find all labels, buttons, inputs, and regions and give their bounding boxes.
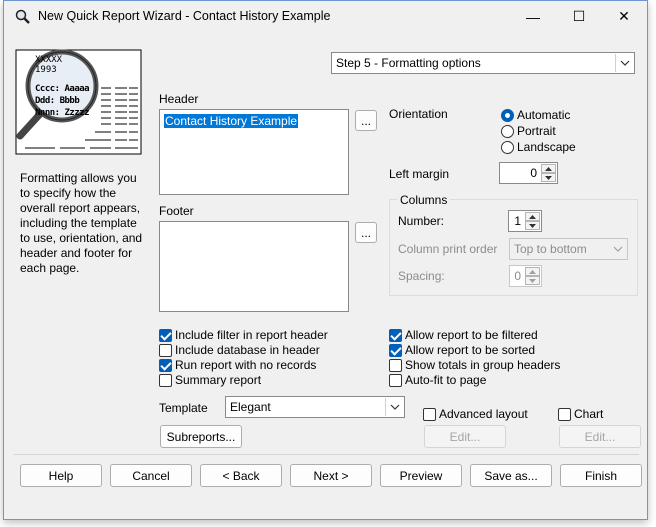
chart-checkbox[interactable]	[558, 408, 571, 421]
orientation-portrait-label[interactable]: Portrait	[517, 124, 556, 138]
left-margin-value: 0	[530, 166, 537, 180]
preview-line: Nnnn: Zzzzz	[35, 108, 90, 118]
window-title: New Quick Report Wizard - Contact Histor…	[38, 9, 331, 23]
next-button[interactable]: Next >	[290, 464, 372, 487]
include-database-checkbox[interactable]	[159, 344, 172, 357]
header-text: Contact History Example	[164, 114, 299, 128]
column-print-order-select[interactable]: Top to bottom	[509, 238, 628, 260]
maximize-button[interactable]: ☐	[556, 1, 602, 32]
spin-up-icon[interactable]	[541, 164, 556, 173]
chevron-down-icon	[609, 240, 626, 258]
header-label: Header	[159, 92, 199, 106]
footer-label: Footer	[159, 204, 194, 218]
step-selector[interactable]: Step 5 - Formatting options	[331, 52, 635, 74]
footer-textbox[interactable]	[159, 221, 349, 312]
allow-sorted-checkbox[interactable]	[389, 344, 402, 357]
include-filter-label[interactable]: Include filter in report header	[175, 328, 328, 342]
summary-report-checkbox[interactable]	[159, 374, 172, 387]
magnifier-app-icon	[15, 9, 30, 24]
back-button[interactable]: < Back	[200, 464, 282, 487]
help-button[interactable]: Help	[20, 464, 102, 487]
description-text: Formatting allows you to specify how the…	[20, 171, 143, 275]
columns-group-label: Columns	[397, 193, 451, 207]
spin-up-icon[interactable]	[525, 212, 540, 221]
subreports-button[interactable]: Subreports...	[160, 425, 242, 448]
finish-button[interactable]: Finish	[560, 464, 642, 487]
orientation-portrait-radio[interactable]	[501, 125, 514, 138]
left-margin-spinner[interactable]: 0	[499, 162, 558, 184]
advanced-layout-checkbox[interactable]	[423, 408, 436, 421]
column-print-order-value: Top to bottom	[514, 242, 587, 256]
footer-ellipsis-button[interactable]: ...	[355, 222, 377, 243]
spin-up-icon[interactable]	[525, 267, 540, 276]
spacing-spinner[interactable]: 0	[509, 265, 542, 287]
chart-edit-button[interactable]: Edit...	[559, 425, 641, 448]
include-filter-checkbox[interactable]	[159, 329, 172, 342]
divider	[14, 454, 639, 455]
chevron-down-icon	[385, 398, 403, 416]
step-selector-value: Step 5 - Formatting options	[336, 56, 481, 70]
cancel-button[interactable]: Cancel	[110, 464, 192, 487]
header-textbox[interactable]: Contact History Example	[159, 109, 349, 195]
preview-button[interactable]: Preview	[380, 464, 462, 487]
show-totals-checkbox[interactable]	[389, 359, 402, 372]
allow-filtered-checkbox[interactable]	[389, 329, 402, 342]
auto-fit-checkbox[interactable]	[389, 374, 402, 387]
allow-filtered-label[interactable]: Allow report to be filtered	[405, 328, 538, 342]
preview-line: XXXXX	[35, 55, 63, 65]
template-select[interactable]: Elegant	[225, 396, 405, 418]
title-bar[interactable]: New Quick Report Wizard - Contact Histor…	[4, 1, 647, 32]
close-button[interactable]: ✕	[601, 1, 647, 32]
preview-line: Ddd: Bbbb	[35, 96, 80, 106]
spin-down-icon[interactable]	[525, 221, 540, 230]
report-preview-illustration: XXXXX 1993 Cccc: Aaaaa Ddd: Bbbb Nnnn: Z…	[15, 48, 142, 156]
orientation-landscape-label[interactable]: Landscape	[517, 140, 576, 154]
left-margin-label: Left margin	[389, 167, 450, 181]
orientation-automatic-radio[interactable]	[501, 109, 514, 122]
chart-label[interactable]: Chart	[574, 407, 603, 421]
template-value: Elegant	[230, 400, 271, 414]
columns-number-value: 1	[514, 214, 521, 228]
allow-sorted-label[interactable]: Allow report to be sorted	[405, 343, 535, 357]
spacing-label: Spacing:	[398, 269, 445, 283]
columns-number-label: Number:	[398, 214, 445, 228]
template-label: Template	[159, 401, 208, 415]
preview-line: Cccc: Aaaaa	[35, 84, 90, 94]
run-no-records-checkbox[interactable]	[159, 359, 172, 372]
header-ellipsis-button[interactable]: ...	[355, 110, 377, 131]
run-no-records-label[interactable]: Run report with no records	[175, 358, 316, 372]
columns-number-spinner[interactable]: 1	[508, 210, 542, 232]
preview-line: 1993	[35, 65, 57, 75]
chevron-down-icon	[615, 54, 633, 72]
summary-report-label[interactable]: Summary report	[175, 373, 261, 387]
show-totals-label[interactable]: Show totals in group headers	[405, 358, 560, 372]
orientation-landscape-radio[interactable]	[501, 141, 514, 154]
column-print-order-label: Column print order	[398, 242, 498, 256]
close-icon: ✕	[618, 8, 630, 24]
orientation-label: Orientation	[389, 107, 448, 121]
include-database-label[interactable]: Include database in header	[175, 343, 320, 357]
wizard-window: New Quick Report Wizard - Contact Histor…	[3, 0, 648, 520]
maximize-icon: ☐	[572, 8, 586, 24]
save-as-button[interactable]: Save as...	[470, 464, 552, 487]
orientation-automatic-label[interactable]: Automatic	[517, 108, 570, 122]
minimize-icon: —	[526, 8, 540, 25]
auto-fit-label[interactable]: Auto-fit to page	[405, 373, 486, 387]
spin-down-icon[interactable]	[541, 173, 556, 182]
advanced-layout-label[interactable]: Advanced layout	[439, 407, 528, 421]
spin-down-icon[interactable]	[525, 276, 540, 285]
spacing-value: 0	[514, 269, 521, 283]
minimize-button[interactable]: —	[510, 1, 556, 32]
advanced-layout-edit-button[interactable]: Edit...	[424, 425, 506, 448]
